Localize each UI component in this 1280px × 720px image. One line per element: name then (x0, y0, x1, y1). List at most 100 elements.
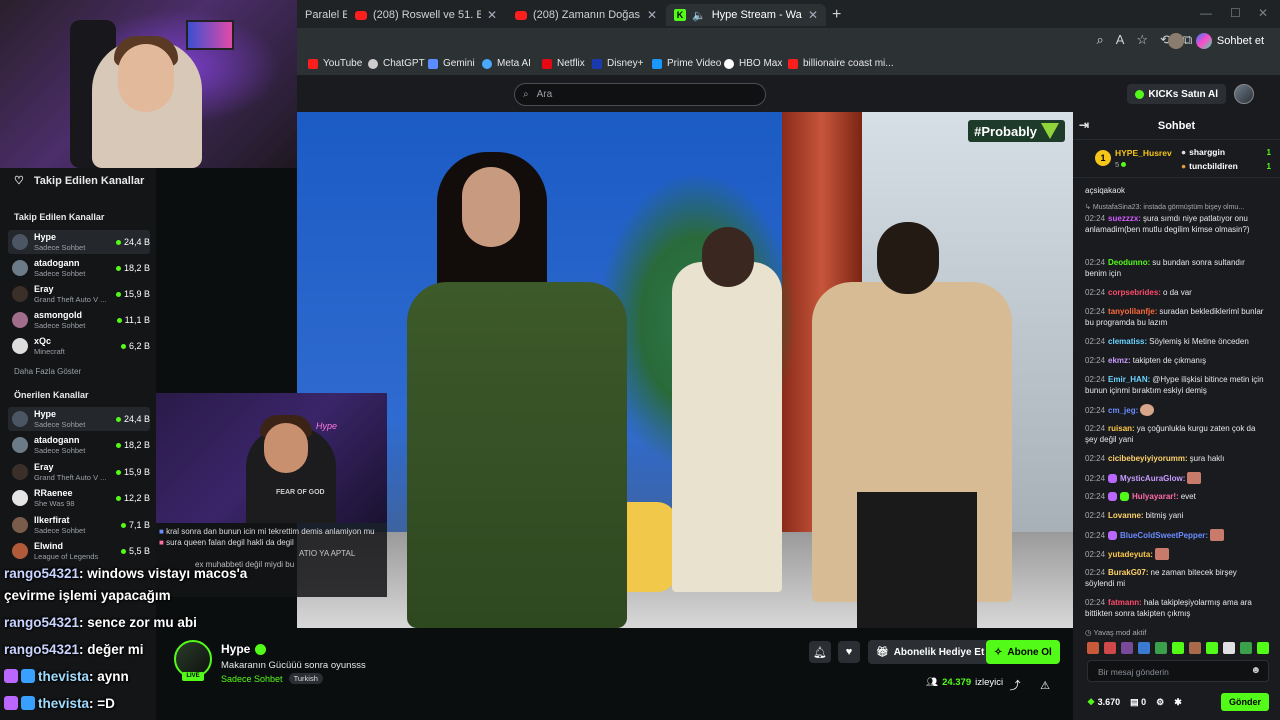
bookmark-meta-ai[interactable]: Meta AI (482, 58, 531, 69)
close-icon[interactable]: ✕ (647, 8, 657, 22)
share-button[interactable]: ⤴ (1004, 674, 1026, 696)
emote-icon[interactable] (1172, 642, 1184, 654)
stream-tag[interactable]: Turkish (288, 673, 323, 684)
tab-paralel[interactable]: Paralel E ✕ (297, 4, 347, 26)
buy-kicks-button[interactable]: KICKs Satın Al (1127, 84, 1226, 104)
emote-icon[interactable] (1155, 642, 1167, 654)
chat-user[interactable]: Emir_HAN: (1108, 375, 1150, 384)
close-icon[interactable]: ✕ (808, 8, 818, 22)
zoom-icon[interactable]: ⌕ (1096, 32, 1103, 48)
minimize-icon[interactable]: — (1200, 6, 1212, 20)
bookmark-billionaire-coast[interactable]: billionaire coast mi... (788, 58, 894, 69)
sidebar-item-hype[interactable]: Hype Sadece Sohbet 24,4 B (8, 230, 150, 254)
emote-icon[interactable] (1240, 642, 1252, 654)
close-icon[interactable]: ✕ (487, 8, 497, 22)
leaderboard-entry[interactable]: ● sharggin 1 (1181, 147, 1271, 157)
sidebar-item-hype-recommended[interactable]: Hype Sadece Sohbet 24,4 B (8, 407, 150, 431)
follow-button[interactable]: ♥ (838, 641, 860, 663)
chat-user[interactable]: yutadeyuta: (1108, 550, 1153, 559)
avatar (12, 543, 28, 559)
emote-icon[interactable] (1206, 642, 1218, 654)
chat-user[interactable]: cicibebeyiyiyorumm: (1108, 454, 1188, 463)
emote-menu-icon[interactable]: ✱ (1174, 697, 1182, 708)
chat-user[interactable]: Deodunno: (1108, 258, 1150, 267)
chat-settings-icon[interactable]: ⚙ (1156, 697, 1164, 708)
profile-avatar[interactable] (1168, 33, 1184, 49)
emote-icon[interactable] (1087, 642, 1099, 654)
favorite-star-icon[interactable]: ☆ (1136, 32, 1148, 48)
sidebar-item-asmongold[interactable]: asmongold Sadece Sohbet 11,1 B (8, 308, 150, 332)
chat-user[interactable]: MysticAuraGlow: (1120, 474, 1185, 483)
chat-user[interactable]: Lovanne: (1108, 511, 1144, 520)
gemini-icon (428, 58, 438, 69)
gift-subscription-button[interactable]: 🎁︎ Abonelik Hediye Et (868, 640, 993, 664)
bookmark-disney[interactable]: Disney+ (592, 58, 643, 69)
send-button[interactable]: Gönder (1220, 693, 1269, 711)
close-window-icon[interactable]: ✕ (1258, 6, 1268, 20)
chat-message-input[interactable]: Bir mesaj gönderin ☻ (1087, 660, 1269, 682)
stream-category[interactable]: Sadece Sohbet (221, 674, 283, 684)
leaderboard-count: 1 (1266, 161, 1271, 171)
user-avatar[interactable] (1234, 84, 1254, 104)
collapse-chat-icon[interactable]: ⇥ (1079, 118, 1089, 132)
sidebar-item-elwind[interactable]: Elwind League of Legends 5,5 B (8, 539, 150, 563)
bookmark-hbo-max[interactable]: HBO Max (724, 58, 782, 69)
video-player[interactable]: #Probably (297, 112, 1073, 628)
emote-icon[interactable] (1104, 642, 1116, 654)
bookmark-youtube[interactable]: YouTube (308, 58, 362, 69)
chat-user[interactable]: Hulyayarar!: (1132, 492, 1179, 501)
sidebar-item-xqc[interactable]: xQc Minecraft 6,2 B (8, 334, 150, 358)
chat-user[interactable]: cm_jeg: (1108, 406, 1138, 415)
chat-user[interactable]: ekmz: (1108, 356, 1131, 365)
sidebar-item-eray-recommended[interactable]: Eray Grand Theft Auto V ... 15,9 B (8, 460, 150, 484)
sidebar-item-rraenee[interactable]: RRaenee She Was 98 12,2 B (8, 486, 150, 510)
sidebar-item-eray[interactable]: Eray Grand Theft Auto V ... 15,9 B (8, 282, 150, 306)
copilot-chat-button[interactable]: Sohbet et (1195, 31, 1264, 51)
read-aloud-icon[interactable]: A (1116, 32, 1125, 48)
chat-user[interactable]: tanyolilanfje: (1108, 307, 1157, 316)
kicks-balance[interactable]: ❖ 3.670 (1087, 697, 1120, 708)
chat-user[interactable]: BurakG07: (1108, 568, 1148, 577)
tab-hype-stream[interactable]: K 🔈 Hype Stream - Watch Live on ✕ (666, 4, 826, 26)
new-tab-button[interactable]: + (832, 6, 841, 24)
bookmark-prime-video[interactable]: Prime Video (652, 58, 721, 69)
chat-user[interactable]: suezzzx: (1108, 214, 1141, 223)
emote-icon[interactable] (1223, 642, 1235, 654)
tab-roswell[interactable]: (208) Roswell ve 51. Bölge: 1947'd ✕ (347, 4, 505, 26)
leaderboard-entry[interactable]: ● tuncbildiren 1 (1181, 161, 1271, 171)
bookmark-netflix[interactable]: Netflix (542, 58, 585, 69)
emote-icon[interactable] (1138, 642, 1150, 654)
leaderboard-top-user[interactable]: HYPE_Husrev (1115, 148, 1172, 158)
show-more-link[interactable]: Daha Fazla Göster (14, 367, 81, 376)
emote-icon[interactable] (1121, 642, 1133, 654)
emoji-picker-icon[interactable]: ☻ (1250, 665, 1261, 676)
report-button[interactable]: ⚠ (1034, 674, 1056, 696)
collections-icon[interactable]: ⧉ (1183, 32, 1192, 48)
chat-user[interactable]: BlueColdSweetPepper: (1120, 531, 1208, 540)
chat-user[interactable]: ruisan: (1108, 424, 1135, 433)
bookmark-gemini[interactable]: Gemini (428, 58, 475, 69)
maximize-icon[interactable]: ☐ (1230, 6, 1241, 20)
speaker-icon[interactable]: 🔈 (692, 9, 706, 22)
chat-user[interactable]: clematiss: (1108, 337, 1147, 346)
tab-zamanin-dogasi[interactable]: (208) Zamanın Doğası: Fizik ve İns ✕ (507, 4, 665, 26)
toolbar-icons: ⌕ A ☆ ⟲ ⧉ ⤓ (1096, 32, 1210, 48)
subscribe-button[interactable]: ✧ Abone Ol (986, 640, 1060, 664)
sidebar-item-atadogann[interactable]: atadogann Sadece Sohbet 18,2 B (8, 256, 150, 280)
bookmark-chatgpt[interactable]: ChatGPT (368, 58, 425, 69)
badge-icon (1108, 474, 1118, 483)
emote-icon[interactable] (1257, 642, 1269, 654)
chat-user[interactable]: corpsebrides: (1108, 288, 1161, 297)
emote-icon[interactable] (1189, 642, 1201, 654)
notification-bell-button[interactable]: 🔔︎ (809, 641, 831, 663)
search-input[interactable]: ⌕ Ara (514, 83, 766, 106)
streamer-name[interactable]: Hype (221, 642, 250, 656)
sidebar-item-ilkerfirat[interactable]: Ilkerfirat Sadece Sohbet 7,1 B (8, 513, 150, 537)
gifts-count[interactable]: ▤ 0 (1130, 697, 1146, 708)
sidebar-item-atadogann-recommended[interactable]: atadogann Sadece Sohbet 18,2 B (8, 433, 150, 457)
bell-icon: 🔔︎ (813, 646, 827, 659)
heart-icon[interactable]: ♡ (14, 174, 24, 187)
youtube-icon (788, 58, 798, 69)
chat-user[interactable]: fatmann: (1108, 598, 1142, 607)
tab-label: (208) Roswell ve 51. Bölge: 1947'd (373, 9, 481, 21)
